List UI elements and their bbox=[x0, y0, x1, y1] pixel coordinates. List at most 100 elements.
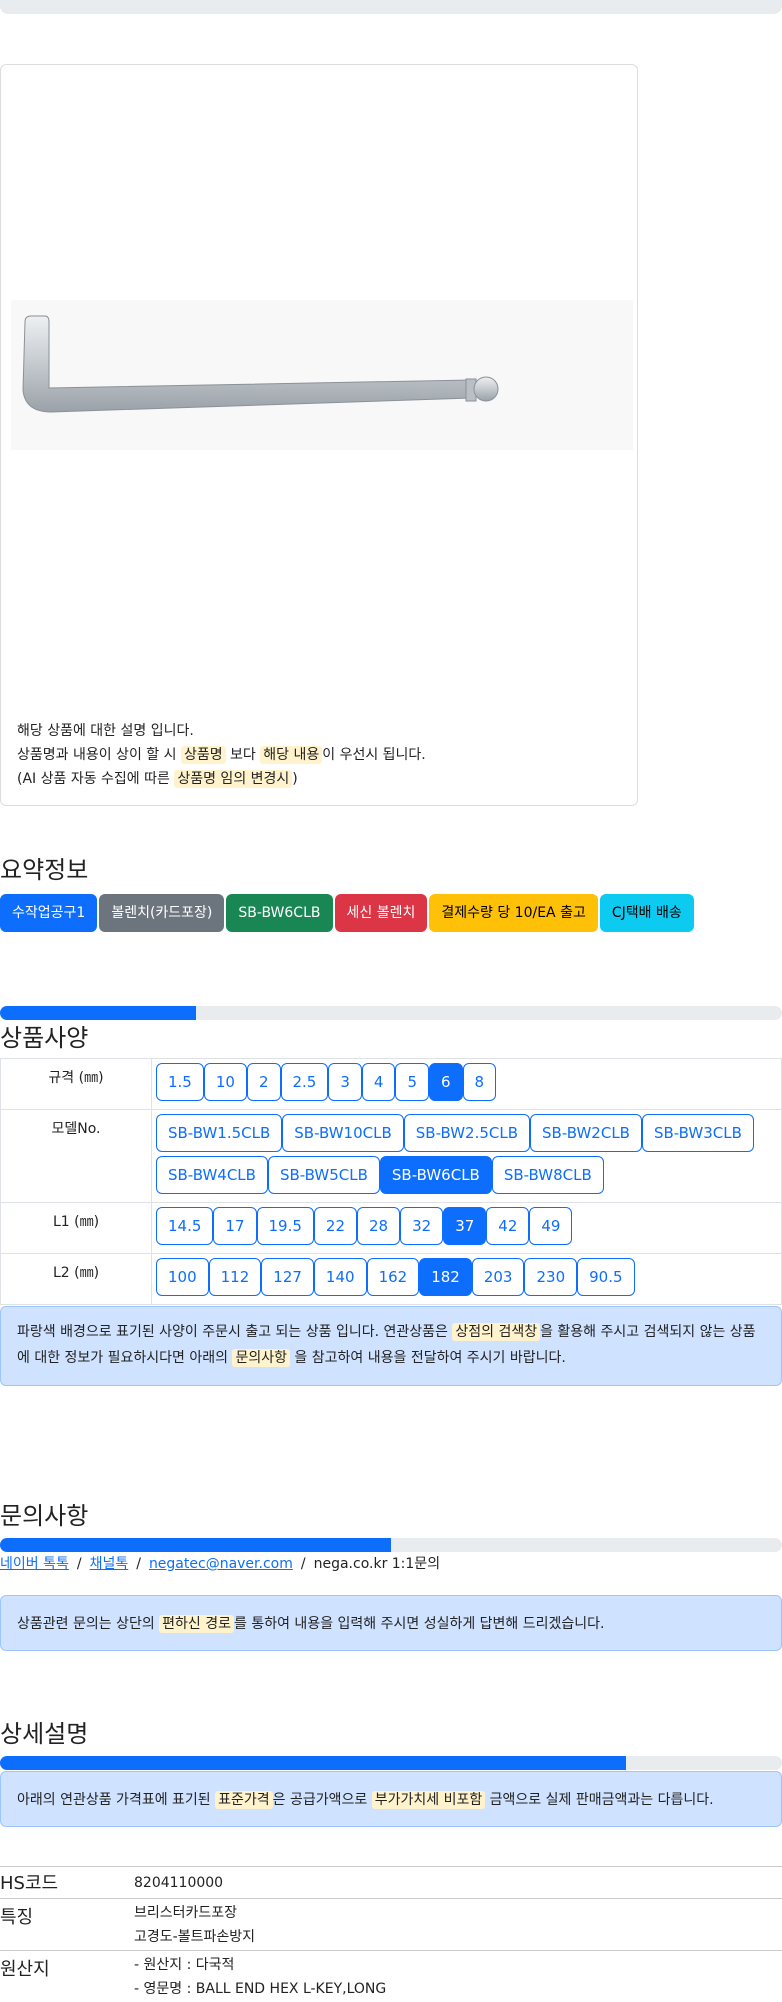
spec-option-button[interactable]: SB-BW1.5CLB bbox=[156, 1114, 283, 1152]
spec-option-button[interactable]: 4 bbox=[361, 1063, 396, 1101]
spec-option-button[interactable]: 5 bbox=[395, 1063, 429, 1101]
hs-code-value: 8204110000 bbox=[134, 1875, 224, 1891]
highlight: 편하신 경로 bbox=[159, 1615, 235, 1633]
highlight: 부가가치세 비포함 bbox=[371, 1791, 486, 1809]
spec-option-button[interactable]: 32 bbox=[400, 1207, 444, 1245]
spec-option-button[interactable]: 100 bbox=[156, 1258, 209, 1296]
summary-title: 요약정보 bbox=[0, 856, 89, 884]
detail-progress bbox=[0, 1756, 782, 1770]
highlight: 문의사항 bbox=[232, 1349, 290, 1367]
product-card: 해당 상품에 대한 설명 입니다. 상품명과 내용이 상이 할 시 상품명 보다… bbox=[0, 64, 638, 806]
spec-option-button[interactable]: 2 bbox=[246, 1063, 281, 1101]
spec-row: 모델No. SB-BW1.5CLB SB-BW10CLB SB-BW2.5CLB SB-… bbox=[0, 1109, 782, 1203]
spec-option-button[interactable]: 112 bbox=[208, 1258, 262, 1296]
hs-code-row: HS코드 8204110000 bbox=[0, 1866, 782, 1899]
spec-options: SB-BW1.5CLB SB-BW10CLB SB-BW2.5CLB SB-BW2CL… bbox=[151, 1109, 782, 1203]
product-description: 해당 상품에 대한 설명 입니다. 상품명과 내용이 상이 할 시 상품명 보다… bbox=[17, 719, 426, 791]
spec-option-button[interactable]: SB-BW10CLB bbox=[282, 1114, 404, 1152]
spec-row: L1 (㎜) 14.5 17 19.5 22 28 32 37 42 49 bbox=[0, 1202, 782, 1254]
channeltalk-link[interactable]: 채널톡 bbox=[90, 1556, 129, 1572]
text: 이 우선시 됩니다. bbox=[322, 747, 426, 763]
progress-fill bbox=[0, 1756, 626, 1770]
inquiry-links: 네이버 톡톡 / 채널톡 / negatec@naver.com / nega.co.kr … bbox=[0, 1553, 440, 1573]
spec-option-button[interactable]: 22 bbox=[313, 1207, 357, 1245]
description-line-2: 상품명과 내용이 상이 할 시 상품명 보다 해당 내용 이 우선시 됩니다. bbox=[17, 743, 426, 767]
hex-key-illustration bbox=[22, 315, 499, 413]
spec-option-button[interactable]: SB-BW8CLB bbox=[491, 1156, 604, 1194]
text: ) bbox=[292, 771, 298, 787]
spec-row: L2 (㎜) 100 112 127 140 162 182 203 230 90.5 bbox=[0, 1253, 782, 1305]
spec-option-button[interactable]: 140 bbox=[313, 1258, 367, 1296]
spec-option-button[interactable]: 90.5 bbox=[577, 1258, 635, 1296]
description-line-1: 해당 상품에 대한 설명 입니다. bbox=[17, 723, 194, 739]
spec-option-button[interactable]: SB-BW3CLB bbox=[641, 1114, 754, 1152]
feature-item: 고경도-볼트파손방지 bbox=[134, 1929, 255, 1945]
spec-table: 규격 (㎜) 1.5 10 2 2.5 3 4 5 6 8 모델No. SB-BW1.5CLB SB-B… bbox=[0, 1058, 782, 1305]
spec-option-button[interactable]: 14.5 bbox=[156, 1207, 214, 1245]
spec-option-button[interactable]: 203 bbox=[471, 1258, 525, 1296]
spec-option-button[interactable]: 127 bbox=[261, 1258, 314, 1296]
spec-row: 규격 (㎜) 1.5 10 2 2.5 3 4 5 6 8 bbox=[0, 1058, 782, 1110]
spec-notice: 파랑색 배경으로 표기된 사양이 주문시 출고 되는 상품 입니다. 연관상품은… bbox=[0, 1306, 782, 1386]
spec-option-button[interactable]: 3 bbox=[328, 1063, 362, 1101]
highlight: 표준가격 bbox=[215, 1791, 273, 1809]
naver-talktalk-link[interactable]: 네이버 톡톡 bbox=[0, 1556, 69, 1572]
spec-option-button[interactable]: 10 bbox=[203, 1063, 247, 1101]
summary-badge: SB-BW6CLB bbox=[226, 894, 333, 932]
spec-option-button[interactable]: 182 bbox=[419, 1258, 472, 1296]
summary-badge: 세신 볼렌치 bbox=[334, 894, 428, 932]
text: 금액으로 실제 판매금액과는 다릅니다. bbox=[485, 1792, 714, 1808]
progress-fill bbox=[0, 1538, 391, 1552]
spec-title: 상품사양 bbox=[0, 1024, 89, 1052]
spec-option-button[interactable]: 1.5 bbox=[156, 1063, 204, 1101]
spec-option-button[interactable]: 19.5 bbox=[256, 1207, 314, 1245]
detail-notice: 아래의 연관상품 가격표에 표기된 표준가격 은 공급가액으로 부가가치세 비포함… bbox=[0, 1771, 782, 1827]
text: 을 참고하여 내용을 전달하여 주시기 바랍니다. bbox=[289, 1350, 566, 1366]
text: 상품관련 문의는 상단의 bbox=[17, 1616, 160, 1632]
spec-option-button[interactable]: SB-BW5CLB bbox=[267, 1156, 380, 1194]
spec-option-button[interactable]: SB-BW2.5CLB bbox=[403, 1114, 531, 1152]
highlight: 상점의 검색창 bbox=[452, 1323, 541, 1341]
text: (AI 상품 자동 수집에 따른 bbox=[17, 771, 175, 787]
spec-option-button[interactable]: 162 bbox=[366, 1258, 420, 1296]
text: 아래의 연관상품 가격표에 표기된 bbox=[17, 1792, 216, 1808]
spec-option-button[interactable]: SB-BW4CLB bbox=[156, 1156, 268, 1194]
spec-option-button[interactable]: 2.5 bbox=[280, 1063, 329, 1101]
spec-options: 1.5 10 2 2.5 3 4 5 6 8 bbox=[151, 1058, 782, 1110]
spec-option-button[interactable]: 37 bbox=[443, 1207, 487, 1245]
spec-option-button[interactable]: 49 bbox=[529, 1207, 573, 1245]
email-link[interactable]: negatec@naver.com bbox=[149, 1556, 293, 1572]
spec-label: L2 (㎜) bbox=[0, 1253, 152, 1305]
spec-option-button[interactable]: 8 bbox=[462, 1063, 497, 1101]
product-image bbox=[11, 300, 633, 450]
feature-item: 브리스터카드포장 bbox=[134, 1905, 238, 1921]
summary-badge: CJ택배 배송 bbox=[599, 894, 694, 932]
top-scroll-bar bbox=[0, 0, 782, 14]
origin-item: - 원산지 : 다국적 bbox=[134, 1957, 235, 1973]
separator: / bbox=[136, 1556, 141, 1572]
summary-badge: 볼렌치(카드포장) bbox=[99, 894, 225, 932]
highlight: 해당 내용 bbox=[260, 746, 323, 764]
origin-values: - 원산지 : 다국적 - 영문명 : BALL END HEX L-KEY,L… bbox=[134, 1953, 386, 2001]
feature-label: 특징 bbox=[0, 1907, 34, 1928]
spec-option-button[interactable]: 6 bbox=[429, 1063, 463, 1101]
spec-option-button[interactable]: 17 bbox=[213, 1207, 257, 1245]
spec-option-button[interactable]: 230 bbox=[524, 1258, 578, 1296]
spec-option-button[interactable]: SB-BW6CLB bbox=[379, 1156, 492, 1194]
spec-label: L1 (㎜) bbox=[0, 1202, 152, 1254]
feature-values: 브리스터카드포장 고경도-볼트파손방지 bbox=[134, 1901, 255, 1949]
feature-row: 특징 브리스터카드포장 고경도-볼트파손방지 bbox=[0, 1898, 782, 1951]
text: 상품명과 내용이 상이 할 시 bbox=[17, 747, 181, 763]
origin-item: - 영문명 : BALL END HEX L-KEY,LONG bbox=[134, 1981, 387, 1997]
spec-option-button[interactable]: 28 bbox=[357, 1207, 401, 1245]
spec-label: 모델No. bbox=[0, 1109, 152, 1203]
spec-option-button[interactable]: SB-BW2CLB bbox=[530, 1114, 642, 1152]
spec-option-button[interactable]: 42 bbox=[486, 1207, 530, 1245]
text: 보다 bbox=[225, 747, 261, 763]
summary-badge: 수작업공구1 bbox=[0, 894, 98, 932]
separator: / bbox=[300, 1556, 306, 1572]
origin-label: 원산지 bbox=[0, 1959, 50, 1980]
spec-progress bbox=[0, 1006, 782, 1020]
spec-options: 100 112 127 140 162 182 203 230 90.5 bbox=[151, 1253, 782, 1305]
site-inquiry-text: nega.co.kr 1:1문의 bbox=[313, 1556, 441, 1572]
